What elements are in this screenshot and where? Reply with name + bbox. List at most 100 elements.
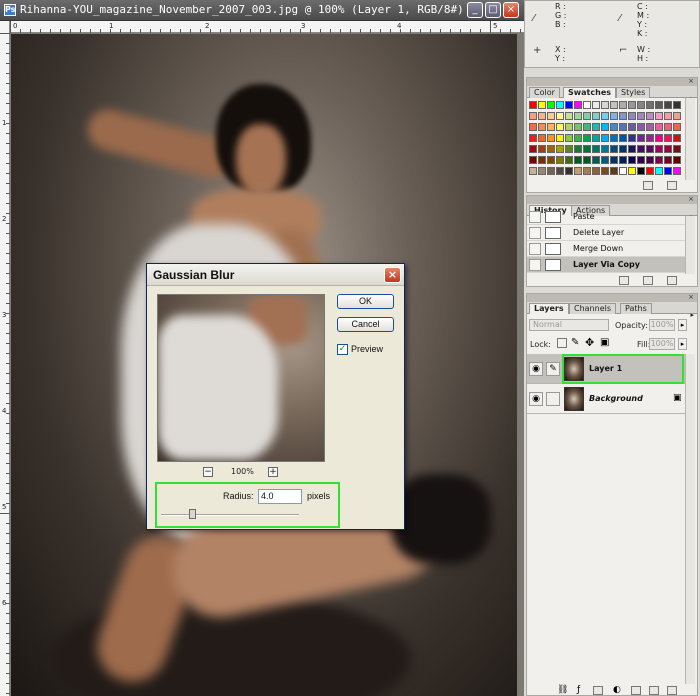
color-swatch[interactable] <box>601 112 609 120</box>
adjustment-layer-icon[interactable]: ◐ <box>613 685 621 695</box>
color-swatch[interactable] <box>655 101 663 109</box>
trash-icon[interactable] <box>667 276 677 285</box>
link-layers-icon[interactable]: ⛓ <box>557 685 568 695</box>
blend-mode-select[interactable]: Normal <box>529 319 609 331</box>
color-swatch[interactable] <box>547 112 555 120</box>
dialog-close-button[interactable]: × <box>384 267 401 283</box>
color-swatch[interactable] <box>547 101 555 109</box>
color-swatch[interactable] <box>565 134 573 142</box>
color-swatch[interactable] <box>565 156 573 164</box>
history-item[interactable]: Delete Layer <box>527 225 687 241</box>
color-swatch[interactable] <box>592 101 600 109</box>
panel-close-icon[interactable]: × <box>687 77 695 85</box>
color-swatch[interactable] <box>529 101 537 109</box>
color-swatch[interactable] <box>556 123 564 131</box>
color-swatch[interactable] <box>637 112 645 120</box>
document-titlebar[interactable]: Ps Rihanna-YOU_magazine_November_2007_00… <box>0 0 524 21</box>
swatches-scrollbar[interactable] <box>685 98 695 180</box>
radius-slider-track[interactable] <box>161 514 299 516</box>
color-swatch[interactable] <box>601 123 609 131</box>
color-swatch[interactable] <box>529 123 537 131</box>
filter-preview[interactable] <box>157 294 325 462</box>
fill-arrow-icon[interactable]: ▸ <box>678 338 687 350</box>
tab-layers[interactable]: Layers <box>529 303 569 314</box>
new-document-icon[interactable] <box>643 276 653 285</box>
color-swatch[interactable] <box>664 145 672 153</box>
layer-mask-icon[interactable] <box>593 686 603 695</box>
new-swatch-icon[interactable] <box>643 181 653 190</box>
opacity-arrow-icon[interactable]: ▸ <box>678 319 687 331</box>
color-swatch[interactable] <box>619 156 627 164</box>
radius-slider-thumb[interactable] <box>188 509 196 519</box>
color-swatch[interactable] <box>556 156 564 164</box>
color-swatch[interactable] <box>673 112 681 120</box>
tab-channels[interactable]: Channels <box>569 303 617 314</box>
preview-checkbox[interactable]: ✓ <box>337 344 348 355</box>
color-swatch[interactable] <box>583 167 591 175</box>
color-swatch[interactable] <box>628 134 636 142</box>
color-swatch[interactable] <box>673 101 681 109</box>
color-swatch[interactable] <box>673 134 681 142</box>
color-swatch[interactable] <box>592 145 600 153</box>
color-swatch[interactable] <box>673 167 681 175</box>
color-swatch[interactable] <box>583 123 591 131</box>
color-swatch[interactable] <box>574 134 582 142</box>
close-button[interactable]: × <box>503 2 519 18</box>
link-icon[interactable] <box>546 392 560 406</box>
panel-close-icon[interactable]: × <box>687 195 695 203</box>
color-swatch[interactable] <box>538 112 546 120</box>
cancel-button[interactable]: Cancel <box>337 317 394 332</box>
color-swatch[interactable] <box>592 123 600 131</box>
color-swatch[interactable] <box>601 156 609 164</box>
color-swatch[interactable] <box>655 123 663 131</box>
history-item[interactable]: Merge Down <box>527 241 687 257</box>
color-swatch[interactable] <box>556 134 564 142</box>
history-brush-source-box[interactable] <box>529 243 541 255</box>
color-swatch[interactable] <box>601 145 609 153</box>
color-swatch[interactable] <box>583 134 591 142</box>
color-swatch[interactable] <box>592 134 600 142</box>
panel-header[interactable]: × <box>527 195 697 204</box>
color-swatch[interactable] <box>610 123 618 131</box>
color-swatch[interactable] <box>646 112 654 120</box>
color-swatch[interactable] <box>628 101 636 109</box>
color-swatch[interactable] <box>619 134 627 142</box>
color-swatch[interactable] <box>646 101 654 109</box>
color-swatch[interactable] <box>538 134 546 142</box>
history-item[interactable]: Paste <box>527 209 687 225</box>
color-swatch[interactable] <box>538 167 546 175</box>
panel-menu-icon[interactable]: ▸ <box>690 311 694 319</box>
history-item-selected[interactable]: Layer Via Copy <box>527 257 687 273</box>
history-brush-source-box[interactable] <box>529 227 541 239</box>
color-swatch[interactable] <box>529 145 537 153</box>
color-swatch[interactable] <box>556 112 564 120</box>
new-snapshot-icon[interactable] <box>619 276 629 285</box>
history-brush-source-box[interactable] <box>529 259 541 271</box>
color-swatch[interactable] <box>583 156 591 164</box>
maximize-button[interactable]: □ <box>485 2 501 18</box>
ok-button[interactable]: OK <box>337 294 394 309</box>
panel-close-icon[interactable]: × <box>687 293 695 301</box>
color-swatch[interactable] <box>655 145 663 153</box>
panel-header[interactable]: × <box>527 293 697 302</box>
color-swatch[interactable] <box>592 112 600 120</box>
minimize-button[interactable]: _ <box>467 2 483 18</box>
panel-header[interactable]: × <box>527 77 697 86</box>
color-swatch[interactable] <box>529 156 537 164</box>
color-swatch[interactable] <box>673 156 681 164</box>
zoom-out-button[interactable]: − <box>203 467 213 477</box>
brush-icon[interactable]: ✎ <box>546 362 560 376</box>
color-swatch[interactable] <box>628 123 636 131</box>
color-swatch[interactable] <box>601 101 609 109</box>
color-swatch[interactable] <box>538 145 546 153</box>
color-swatch[interactable] <box>583 112 591 120</box>
color-swatch[interactable] <box>574 167 582 175</box>
layer-row-background[interactable]: ◉ Background ▣ <box>527 384 687 414</box>
color-swatch[interactable] <box>619 145 627 153</box>
color-swatch[interactable] <box>655 112 663 120</box>
color-swatch[interactable] <box>529 134 537 142</box>
color-swatch[interactable] <box>637 167 645 175</box>
color-swatch[interactable] <box>565 112 573 120</box>
color-swatch[interactable] <box>610 112 618 120</box>
color-swatch[interactable] <box>547 145 555 153</box>
